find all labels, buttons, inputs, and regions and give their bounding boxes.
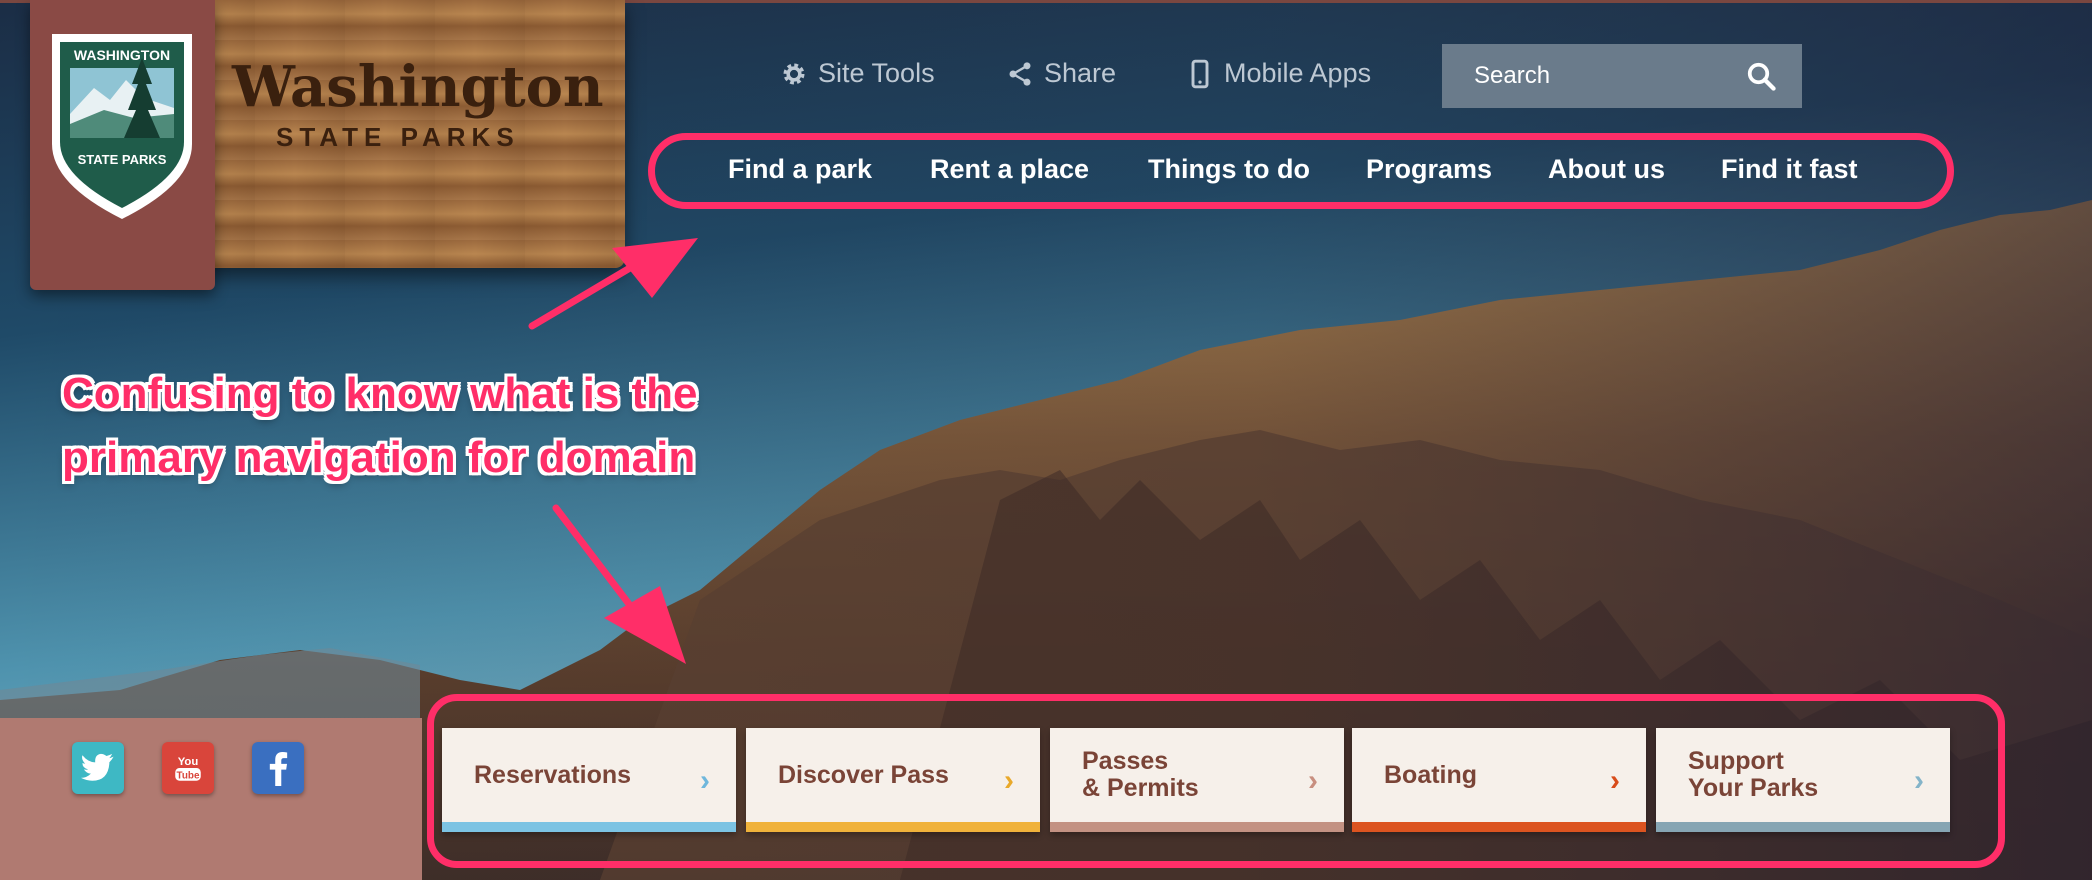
youtube-icon[interactable]: You Tube <box>162 742 214 794</box>
chevron-right-icon: › <box>700 764 710 797</box>
annotation-line-1: Confusing to know what is the <box>62 369 698 418</box>
chevron-right-icon: › <box>1308 764 1318 797</box>
passes-permits-stripe <box>1050 822 1344 832</box>
arrow-to-quick-links <box>552 504 686 664</box>
passes-permits-card[interactable]: Passes & Permits › <box>1050 728 1344 832</box>
boating-stripe <box>1352 822 1646 832</box>
chevron-right-icon: › <box>1610 764 1620 797</box>
reservations-label: Reservations <box>474 760 632 789</box>
boating-label: Boating <box>1384 760 1478 789</box>
boating-card[interactable]: Boating › <box>1352 728 1646 832</box>
svg-text:Tube: Tube <box>177 771 200 782</box>
annotation-line-2: primary navigation for domain <box>62 433 696 482</box>
arrow-to-main-nav <box>528 238 698 330</box>
annotation-text: Confusing to know what is the primary na… <box>62 362 698 490</box>
support-your-parks-card[interactable]: Support Your Parks › <box>1656 728 1950 832</box>
reservations-card[interactable]: Reservations › <box>442 728 736 832</box>
chevron-right-icon: › <box>1914 764 1924 797</box>
discover-pass-card[interactable]: Discover Pass › <box>746 728 1040 832</box>
discover-pass-stripe <box>746 822 1040 832</box>
passes-permits-label: Passes & Permits <box>1082 747 1199 802</box>
facebook-icon[interactable] <box>252 742 304 794</box>
chevron-right-icon: › <box>1004 764 1014 797</box>
reservations-stripe <box>442 822 736 832</box>
support-your-parks-stripe <box>1656 822 1950 832</box>
discover-pass-label: Discover Pass <box>778 760 949 789</box>
svg-text:You: You <box>178 756 199 768</box>
twitter-icon[interactable] <box>72 742 124 794</box>
support-your-parks-label: Support Your Parks <box>1688 747 1819 802</box>
